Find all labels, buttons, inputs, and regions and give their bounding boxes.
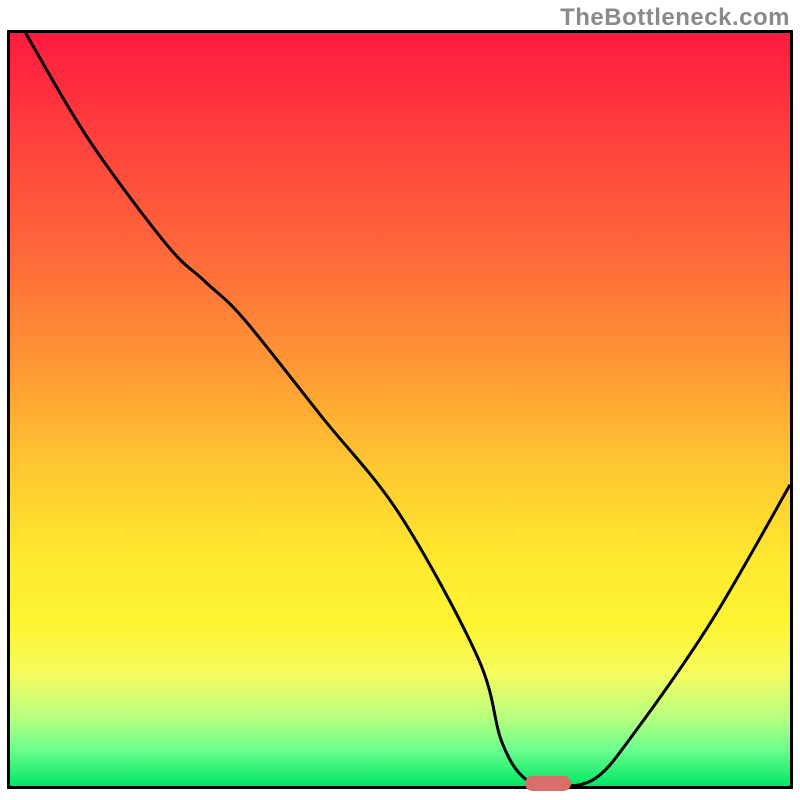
minimum-marker [525, 776, 571, 791]
watermark-text: TheBottleneck.com [560, 4, 790, 32]
chart-plot-area [7, 30, 793, 789]
